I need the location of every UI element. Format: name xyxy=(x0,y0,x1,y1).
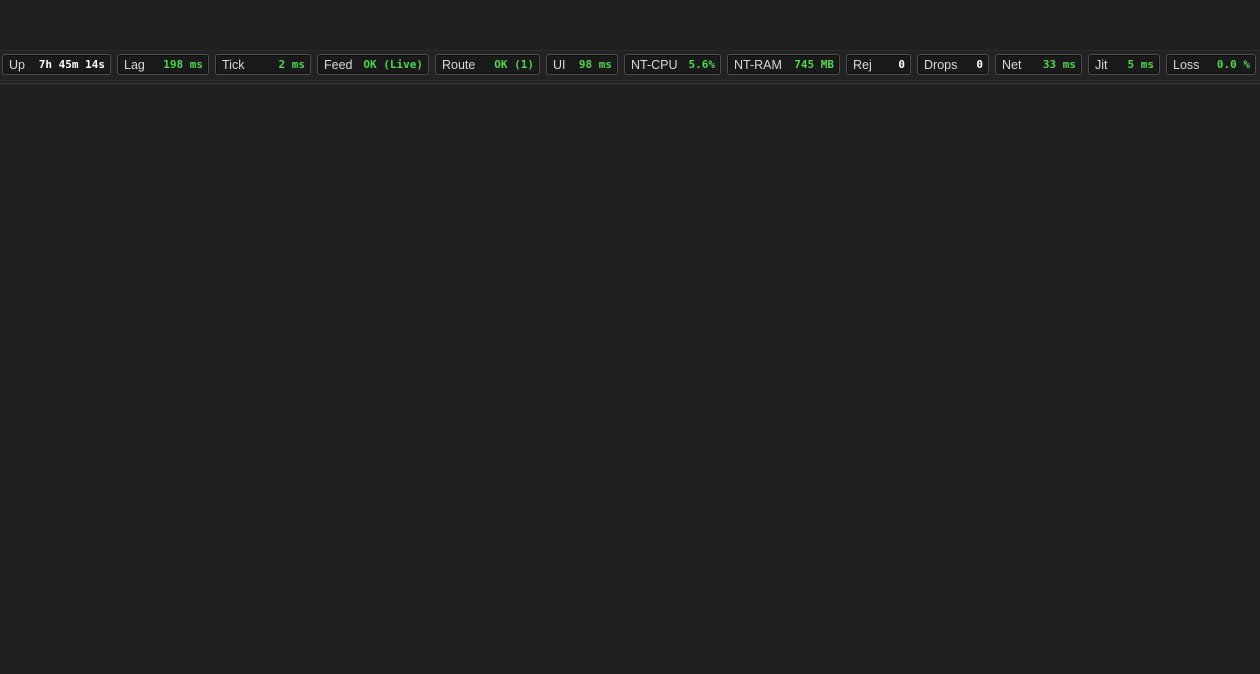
metric-drops-value: 0 xyxy=(976,58,983,71)
metric-net: Net 33 ms xyxy=(995,54,1082,75)
metric-jitter-value: 5 ms xyxy=(1127,58,1155,71)
metric-nt-cpu-label: NT-CPU xyxy=(631,58,678,72)
metric-ui-value: 98 ms xyxy=(578,58,612,71)
metric-rejects-value: 0 xyxy=(898,58,905,71)
app-window: Up 7h 45m 14s Lag 198 ms Tick 2 ms Feed … xyxy=(0,0,1260,674)
metric-tick: Tick 2 ms xyxy=(215,54,311,75)
metric-jitter-label: Jit xyxy=(1095,58,1108,72)
metric-loss: Loss 0.0 % xyxy=(1166,54,1256,75)
metric-uptime-value: 7h 45m 14s xyxy=(38,58,105,71)
metric-route: Route OK (1) xyxy=(435,54,540,75)
metric-lag: Lag 198 ms xyxy=(117,54,209,75)
metric-route-label: Route xyxy=(442,58,476,72)
metric-net-value: 33 ms xyxy=(1042,58,1076,71)
metric-drops: Drops 0 xyxy=(917,54,989,75)
metric-nt-ram: NT-RAM 745 MB xyxy=(727,54,840,75)
metric-nt-cpu-value: 5.6% xyxy=(688,58,716,71)
metric-ui: UI 98 ms xyxy=(546,54,618,75)
metric-uptime: Up 7h 45m 14s xyxy=(2,54,111,75)
metric-lag-label: Lag xyxy=(124,58,145,72)
metric-lag-value: 198 ms xyxy=(163,58,203,71)
status-bar: Up 7h 45m 14s Lag 198 ms Tick 2 ms Feed … xyxy=(0,50,1260,84)
metric-jitter: Jit 5 ms xyxy=(1088,54,1160,75)
metric-rejects-label: Rej xyxy=(853,58,872,72)
status-bar-divider xyxy=(0,80,1260,81)
metric-tick-label: Tick xyxy=(222,58,245,72)
metric-nt-ram-label: NT-RAM xyxy=(734,58,782,72)
metric-nt-cpu: NT-CPU 5.6% xyxy=(624,54,721,75)
metric-loss-value: 0.0 % xyxy=(1216,58,1250,71)
metric-rejects: Rej 0 xyxy=(846,54,911,75)
metric-feed-value: OK (Live) xyxy=(363,58,423,71)
metric-ui-label: UI xyxy=(553,58,566,72)
metric-feed-label: Feed xyxy=(324,58,353,72)
metric-tick-value: 2 ms xyxy=(278,58,306,71)
metric-drops-label: Drops xyxy=(924,58,958,72)
top-empty-area xyxy=(0,0,1260,50)
metric-uptime-label: Up xyxy=(9,58,25,72)
metric-loss-label: Loss xyxy=(1173,58,1200,72)
metric-route-value: OK (1) xyxy=(494,58,534,71)
metric-feed: Feed OK (Live) xyxy=(317,54,429,75)
metric-net-label: Net xyxy=(1002,58,1022,72)
main-empty-area xyxy=(0,84,1260,674)
metric-nt-ram-value: 745 MB xyxy=(794,58,834,71)
